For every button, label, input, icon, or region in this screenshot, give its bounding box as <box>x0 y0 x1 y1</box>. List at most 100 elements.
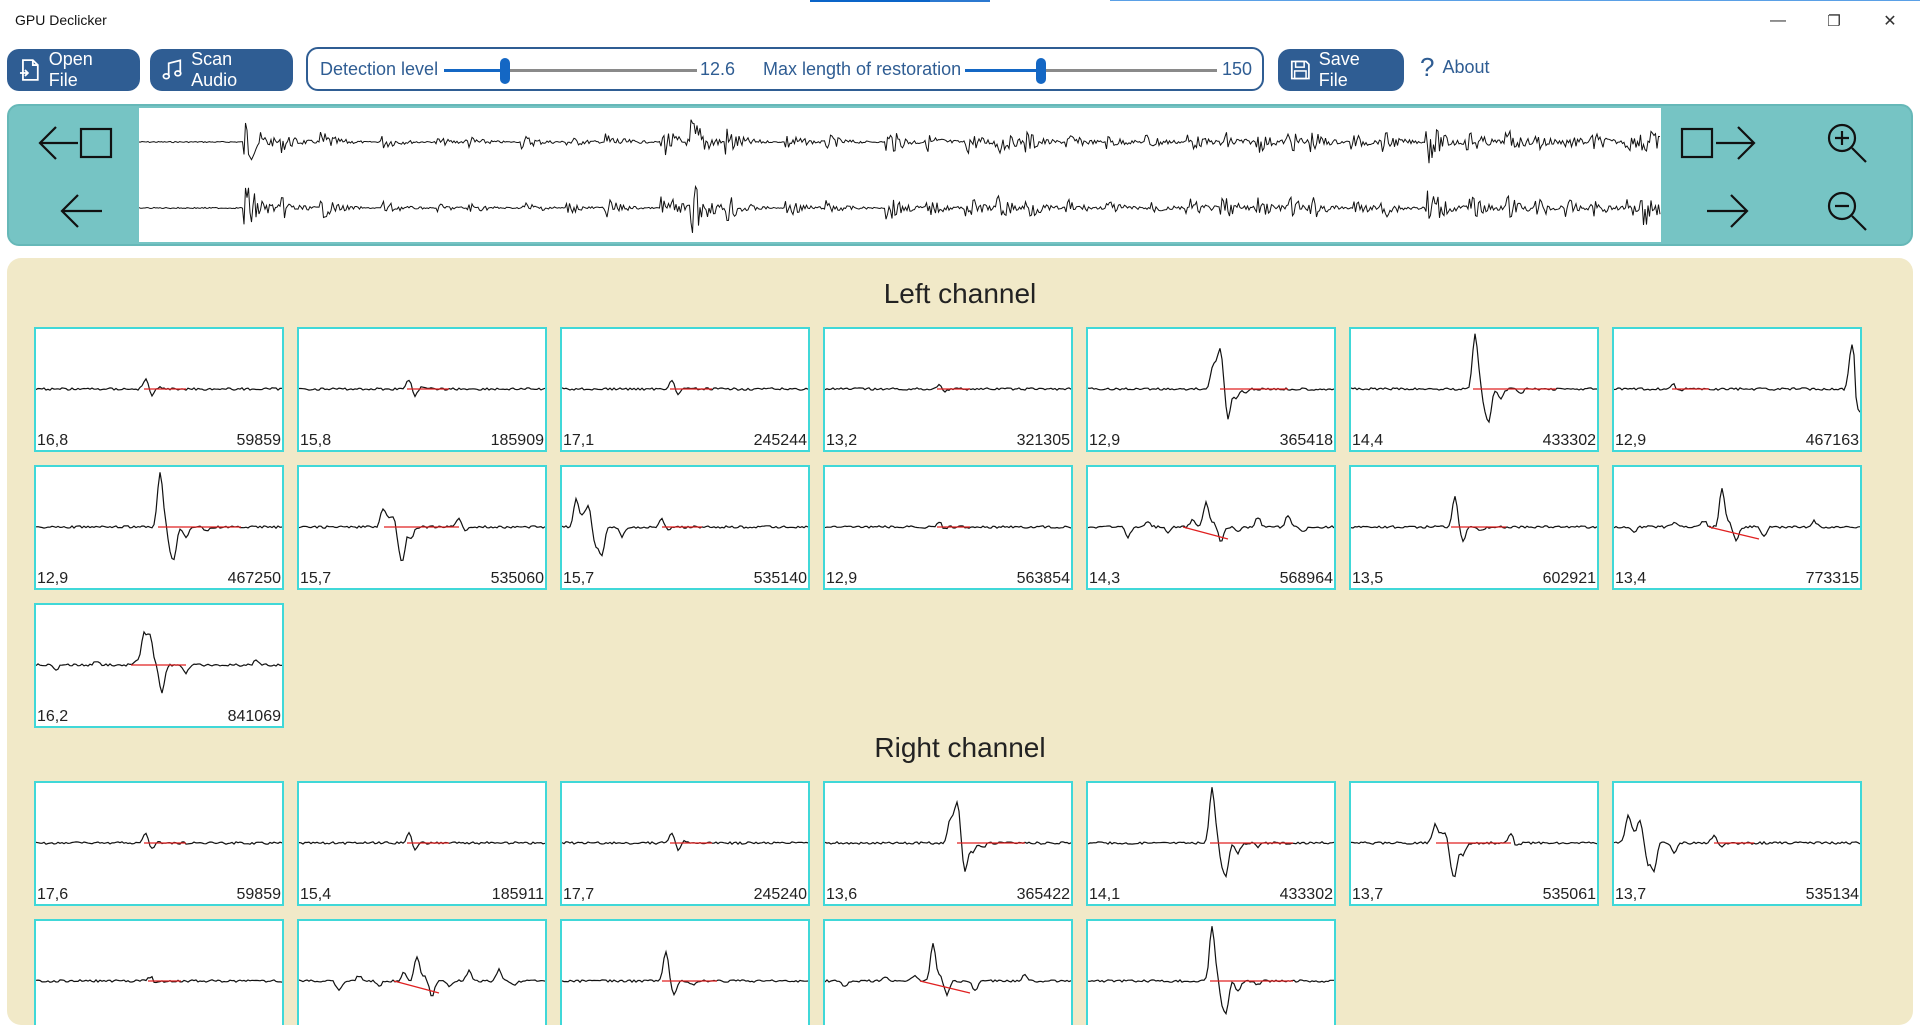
max-length-slider[interactable] <box>965 58 1217 84</box>
open-file-button[interactable]: Open File <box>7 49 140 91</box>
click-thumbnail[interactable] <box>560 919 810 1025</box>
click-thumbnail[interactable]: 16,2 841069 <box>34 603 284 728</box>
click-thumbnail[interactable]: 12,9 467250 <box>34 465 284 590</box>
click-thumbnail[interactable]: 14,4 433302 <box>1349 327 1599 452</box>
click-signal <box>36 832 282 850</box>
help-icon: ? <box>1420 52 1435 82</box>
click-position: 602921 <box>1542 570 1596 587</box>
click-thumbnail[interactable]: 13,6 365422 <box>823 781 1073 906</box>
click-waveform <box>825 943 1071 998</box>
detection-level-value: 12.6 <box>700 59 736 79</box>
click-position: 365418 <box>1279 432 1333 449</box>
max-length-thumb[interactable] <box>1035 58 1046 84</box>
click-thumbnail[interactable] <box>823 919 1073 1025</box>
click-thumbnail[interactable]: 17,6 59859 <box>34 781 284 906</box>
click-signal <box>36 472 282 561</box>
detection-level-slider[interactable] <box>444 58 697 84</box>
right-channel-clicks: 17,6 59859 15,4 185911 17,7 245240 13,6 365422 1… <box>34 781 1904 1025</box>
click-level: 13,4 <box>1615 570 1647 587</box>
maximize-button[interactable]: ❐ <box>1811 6 1857 36</box>
restoration-marker <box>393 980 440 994</box>
click-position: 365422 <box>1016 886 1070 903</box>
click-thumbnail[interactable]: 13,5 602921 <box>1349 465 1599 590</box>
click-signal <box>1088 348 1334 420</box>
click-signal <box>562 379 808 396</box>
click-position: 185911 <box>491 886 544 903</box>
click-thumbnail[interactable]: 12,9 467163 <box>1612 327 1862 452</box>
click-position: 433302 <box>1279 886 1333 903</box>
step-right-button[interactable] <box>1692 186 1762 236</box>
click-thumbnail[interactable]: 13,2 321305 <box>823 327 1073 452</box>
click-waveform <box>562 949 808 997</box>
step-left-icon <box>60 194 102 228</box>
save-icon <box>1290 60 1310 80</box>
zoom-in-icon <box>1827 123 1867 163</box>
step-left-button[interactable] <box>47 186 117 236</box>
click-position: 433302 <box>1542 432 1596 449</box>
scan-audio-label: Scan Audio <box>191 49 238 90</box>
click-level: 13,6 <box>826 886 858 903</box>
click-signal <box>1351 822 1597 878</box>
click-thumbnail[interactable]: 16,8 59859 <box>34 327 284 452</box>
click-thumbnail[interactable]: 13,7 535134 <box>1612 781 1862 906</box>
zoom-in-button[interactable] <box>1812 118 1882 168</box>
click-thumbnail[interactable] <box>297 919 547 1025</box>
right-channel-title: Right channel <box>874 732 1046 763</box>
click-position: 535061 <box>1542 886 1596 903</box>
click-thumbnail[interactable]: 15,8 185909 <box>297 327 547 452</box>
click-position: 535060 <box>490 570 544 587</box>
minimize-button[interactable]: — <box>1755 6 1801 36</box>
settings-group: Detection level 12.6 Max length of resto… <box>306 47 1264 91</box>
click-position: 535140 <box>753 570 807 587</box>
save-file-label: Save File <box>1318 49 1360 90</box>
click-signal <box>825 799 1071 872</box>
page-left-button[interactable] <box>38 118 113 168</box>
click-thumbnail[interactable] <box>34 919 284 1025</box>
click-thumbnail[interactable]: 12,9 365418 <box>1086 327 1336 452</box>
click-thumbnail[interactable] <box>1086 919 1336 1025</box>
restoration-marker <box>1182 526 1229 540</box>
waveform-channel-2 <box>138 184 1661 233</box>
click-thumbnail[interactable]: 13,4 773315 <box>1612 465 1862 590</box>
click-level: 15,7 <box>300 570 332 587</box>
click-signal <box>1351 333 1597 424</box>
about-button[interactable]: ? About <box>1420 54 1490 80</box>
click-thumbnail[interactable]: 14,1 433302 <box>1086 781 1336 906</box>
page-right-button[interactable] <box>1680 118 1756 168</box>
click-level: 15,8 <box>300 432 332 449</box>
click-position: 245240 <box>753 886 807 903</box>
zoom-out-icon <box>1827 191 1867 231</box>
click-thumbnail[interactable]: 17,1 245244 <box>560 327 810 452</box>
detection-level-label: Detection level <box>320 59 439 79</box>
app-title: GPU Declicker <box>15 12 107 28</box>
save-file-button[interactable]: Save File <box>1278 49 1404 91</box>
click-level: 14,3 <box>1089 570 1121 587</box>
click-signal <box>299 507 545 562</box>
left-channel-title: Left channel <box>883 278 1037 309</box>
click-signal <box>562 832 808 852</box>
overview-waveform-graph <box>138 119 1661 233</box>
click-thumbnail[interactable]: 15,4 185911 <box>297 781 547 906</box>
click-level: 13,7 <box>1615 886 1647 903</box>
scan-audio-button[interactable]: Scan Audio <box>150 49 293 91</box>
zoom-out-button[interactable] <box>1812 186 1882 236</box>
click-position: 841069 <box>227 708 281 725</box>
detection-level-thumb[interactable] <box>499 58 510 84</box>
click-thumbnail[interactable]: 15,7 535060 <box>297 465 547 590</box>
click-thumbnail[interactable]: 17,7 245240 <box>560 781 810 906</box>
click-thumbnail[interactable]: 12,9 563854 <box>823 465 1073 590</box>
open-file-icon <box>19 59 39 81</box>
click-level: 16,8 <box>37 432 69 449</box>
close-button[interactable]: ✕ <box>1867 6 1913 36</box>
title-accent <box>1110 0 1920 1</box>
click-thumbnail[interactable]: 14,3 568964 <box>1086 465 1336 590</box>
waveform-channel-1 <box>138 119 1661 164</box>
click-signal <box>1088 926 1334 1016</box>
click-level: 12,9 <box>1615 432 1647 449</box>
overview-waveform[interactable] <box>138 108 1661 242</box>
click-thumbnail[interactable]: 15,7 535140 <box>560 465 810 590</box>
click-thumbnail[interactable]: 13,7 535061 <box>1349 781 1599 906</box>
click-signal <box>825 521 1071 530</box>
click-signal <box>1088 499 1334 542</box>
clicks-panel: Left channel 16,8 59859 15,8 185909 17,1 2452… <box>7 258 1913 1025</box>
